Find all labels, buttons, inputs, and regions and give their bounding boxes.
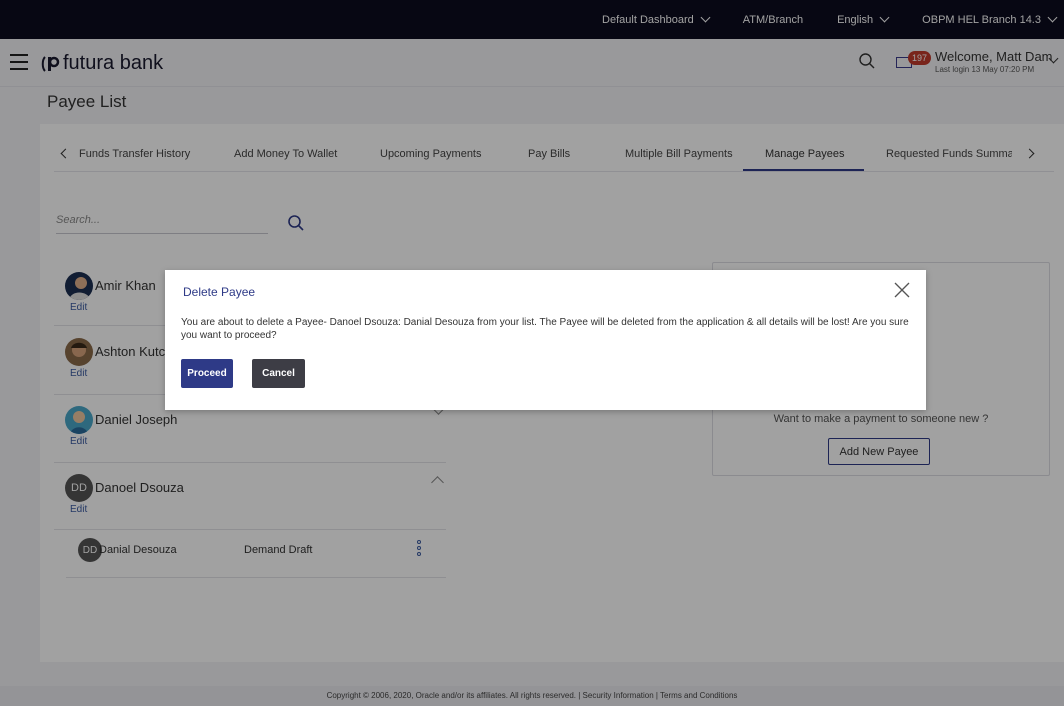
close-icon[interactable] [893,281,911,299]
dialog-title: Delete Payee [183,285,256,299]
dialog-message: You are about to delete a Payee- Danoel … [181,317,909,341]
proceed-button[interactable]: Proceed [181,359,233,388]
cancel-button[interactable]: Cancel [252,359,305,388]
delete-payee-dialog: Delete Payee You are about to delete a P… [165,270,926,410]
